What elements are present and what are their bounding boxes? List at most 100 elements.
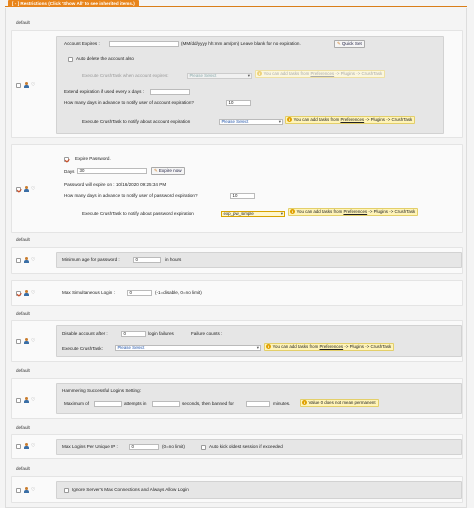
quick-set-button[interactable]: ✎Quick Set <box>334 40 365 48</box>
override-checkbox[interactable] <box>16 397 21 403</box>
ignore-max-checkbox[interactable] <box>64 488 69 493</box>
wrench-icon: ✎ <box>154 168 158 173</box>
info-icon: i <box>266 344 271 350</box>
preferences-link[interactable]: Preferences <box>310 71 334 76</box>
crushtask-account-notify-select[interactable]: Please Select <box>219 119 283 125</box>
min-age-unit: in hours <box>165 257 182 262</box>
min-age-input[interactable]: 0 <box>133 257 161 263</box>
crushtask-account-notify-label: Execute CrushTask to notify about accoun… <box>82 119 191 124</box>
date-format-hint: (MM/dd/yyyy hh:mm am/pm) Leave blank for… <box>181 41 301 46</box>
heart-icon[interactable]: ♡ <box>31 186 35 192</box>
per-ip-label: Max Logins Per Unique IP : <box>62 444 118 449</box>
heart-icon[interactable]: ♡ <box>31 397 35 403</box>
row-controls: ♡ <box>16 336 46 346</box>
row-controls: ♡ <box>16 395 46 405</box>
max-simultaneous-hint: (-1=disable, 0=no limit) <box>155 290 202 295</box>
tasks-info-note: i You can add tasks from Preferences -> P… <box>264 343 395 351</box>
preferences-link[interactable]: Preferences <box>319 344 343 349</box>
info-icon: i <box>290 209 295 215</box>
user-icon <box>23 290 29 296</box>
row-controls: ♡ <box>16 80 46 90</box>
account-notify-days-input[interactable]: 10 <box>226 100 251 106</box>
user-icon <box>23 82 29 88</box>
default-label: default <box>16 20 30 25</box>
password-notify-days-input[interactable]: 10 <box>230 193 255 199</box>
password-days-input[interactable]: 30 <box>77 168 147 174</box>
user-icon <box>23 257 29 263</box>
tasks-info-note: i You can add tasks from Preferences -> P… <box>255 70 386 78</box>
preferences-link[interactable]: Preferences <box>340 117 364 122</box>
user-icon <box>23 487 29 493</box>
override-checkbox[interactable] <box>16 338 21 344</box>
min-age-label: Minimum age for password : <box>62 257 120 262</box>
account-expires-label: Account Expires : <box>64 41 100 46</box>
user-icon <box>23 338 29 344</box>
hammering-max-input[interactable] <box>94 401 122 407</box>
heart-icon[interactable]: ♡ <box>31 443 35 449</box>
override-checkbox[interactable] <box>16 487 21 493</box>
override-checkbox[interactable] <box>16 443 21 449</box>
row-controls: ♡ <box>16 441 46 451</box>
extend-expiration-input[interactable] <box>150 89 190 95</box>
password-notify-days-label: How many days in advance to notify user … <box>64 193 198 198</box>
hammering-seconds-label: seconds, then banned for <box>182 401 234 406</box>
auto-kick-label: Auto kick oldest session if exceeded <box>209 444 283 449</box>
disable-account-input[interactable]: 0 <box>121 331 146 337</box>
preferences-link[interactable]: Preferences <box>343 209 367 214</box>
override-checkbox[interactable] <box>16 290 21 296</box>
auto-kick-checkbox[interactable] <box>201 445 206 450</box>
row-controls: ♡ <box>16 485 46 495</box>
heart-icon[interactable]: ♡ <box>31 290 35 296</box>
crushtask-password-notify-label: Execute CrushTask to notify about passwo… <box>82 211 194 216</box>
user-icon <box>23 397 29 403</box>
override-checkbox[interactable] <box>16 186 21 192</box>
max-simultaneous-input[interactable]: 0 <box>127 290 152 296</box>
auto-delete-checkbox[interactable] <box>68 57 73 62</box>
hammering-attempts-label: attempts in <box>124 401 147 406</box>
login-failures-label: login failures <box>148 331 174 336</box>
heart-icon[interactable]: ♡ <box>31 257 35 263</box>
disable-account-box <box>56 325 462 357</box>
crushtask-on-expire-select[interactable]: Please Select <box>187 73 252 79</box>
info-icon: i <box>287 117 292 123</box>
default-label: default <box>16 425 30 430</box>
hammering-info-note: i Value 0 does not mean permanent <box>300 399 379 407</box>
row-controls: ♡ <box>16 255 46 265</box>
password-days-label: Days <box>64 169 75 174</box>
restrictions-toggle[interactable]: [ - ] Restrictions (Click 'Show All' to … <box>8 0 139 7</box>
heart-icon[interactable]: ♡ <box>31 338 35 344</box>
restrictions-header-bar: [ - ] Restrictions (Click 'Show All' to … <box>5 0 467 7</box>
failure-counts-label: Failure counts : <box>191 331 223 336</box>
override-checkbox[interactable] <box>16 82 21 88</box>
row-controls: ♡ <box>16 288 46 298</box>
default-label: default <box>16 466 30 471</box>
hammering-seconds-input[interactable] <box>152 401 180 407</box>
hammering-title: Hammering Successful Logins Setting: <box>62 388 141 393</box>
per-ip-hint: (0=no limit) <box>162 444 185 449</box>
info-icon: i <box>302 400 307 406</box>
heart-icon[interactable]: ♡ <box>31 487 35 493</box>
ignore-max-label: Ignore Server's Max Connections and Alwa… <box>72 487 189 492</box>
row-controls: ♡ <box>16 184 46 194</box>
crushtask-on-expire-label: Execute CrushTask when account expires: <box>82 73 169 78</box>
expire-password-checkbox[interactable] <box>64 157 69 162</box>
max-simultaneous-label: Max Simultaneous Login : <box>62 290 115 295</box>
info-icon: i <box>257 71 262 77</box>
override-checkbox[interactable] <box>16 257 21 263</box>
password-expire-date: Password will expire on : 10/16/2020 09:… <box>64 182 167 187</box>
account-notify-days-label: How many days in advance to notify user … <box>64 100 194 105</box>
expire-now-button[interactable]: ✎Expire now <box>151 167 185 175</box>
account-expires-input[interactable] <box>109 41 179 47</box>
default-label: default <box>16 311 30 316</box>
wrench-icon: ✎ <box>337 41 341 46</box>
extend-expiration-label: Extend expiration if used every x days : <box>64 89 144 94</box>
heart-icon[interactable]: ♡ <box>31 82 35 88</box>
expire-password-label: Expire Password. <box>75 156 111 161</box>
disable-crushtask-label: Execute CrushTask: <box>62 346 103 351</box>
hammering-minutes-input[interactable] <box>246 401 270 407</box>
default-label: default <box>16 368 30 373</box>
disable-crushtask-select[interactable]: Please Select <box>115 345 261 351</box>
per-ip-input[interactable]: 0 <box>129 444 159 450</box>
crushtask-password-notify-select[interactable]: exp_pw_simple <box>221 211 285 217</box>
user-icon <box>23 186 29 192</box>
